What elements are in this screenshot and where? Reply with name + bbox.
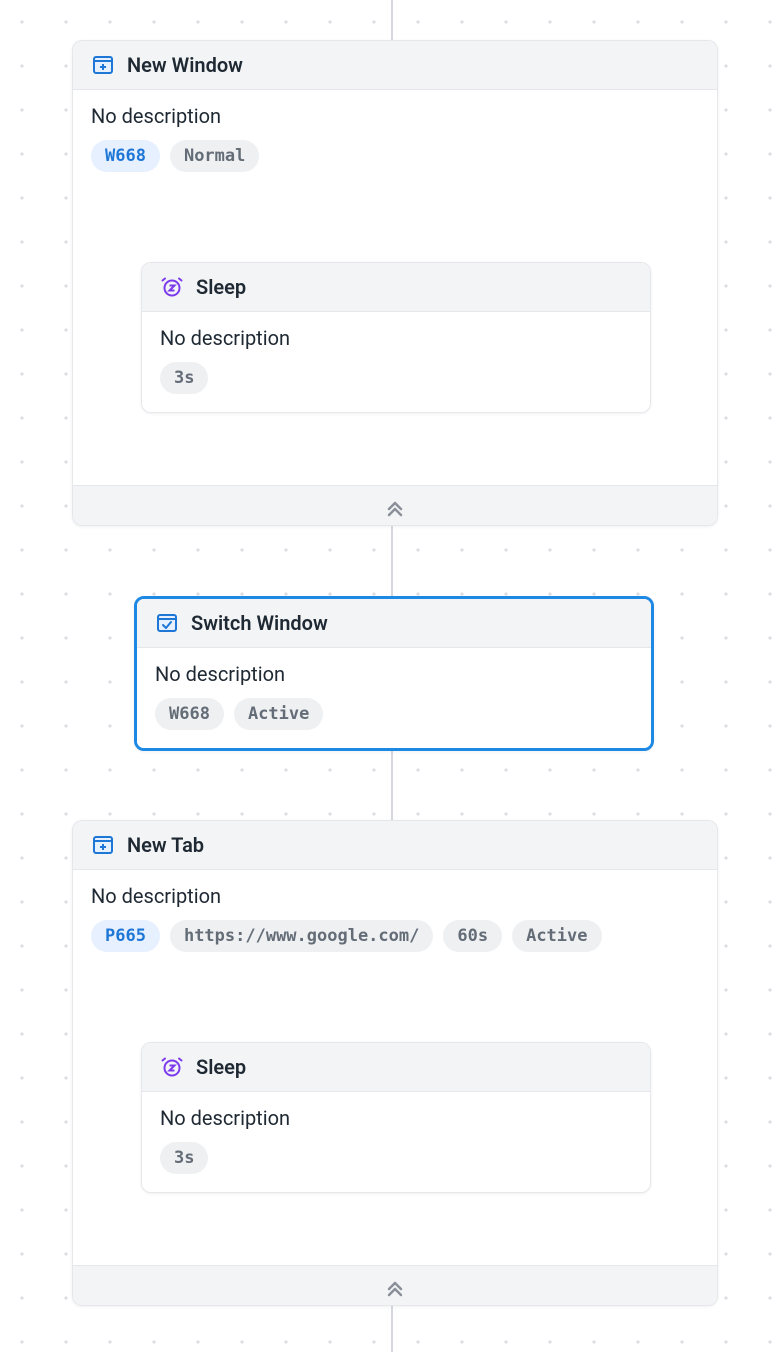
alarm-snooze-icon [160, 1055, 184, 1079]
pill-row: W668 Active [155, 698, 633, 730]
collapse-bar[interactable] [73, 485, 717, 525]
id-pill[interactable]: W668 [91, 140, 160, 172]
state-pill[interactable]: Active [512, 920, 601, 952]
node-header: New Tab [73, 821, 717, 870]
chevron-double-up-icon [383, 497, 407, 515]
id-pill[interactable]: P665 [91, 920, 160, 952]
pill-row: 3s [160, 1142, 632, 1174]
node-new-window[interactable]: New Window No description W668 Normal [72, 40, 718, 526]
node-header: New Window [73, 41, 717, 90]
node-description: No description [155, 662, 633, 686]
timeout-pill[interactable]: 60s [443, 920, 502, 952]
flow-canvas[interactable]: New Window No description W668 Normal [0, 0, 784, 1352]
node-description: No description [160, 1106, 632, 1130]
id-pill[interactable]: W668 [155, 698, 224, 730]
pill-row: 3s [160, 362, 632, 394]
alarm-snooze-icon [160, 275, 184, 299]
chevron-double-up-icon [383, 1277, 407, 1295]
node-body: No description 3s [142, 312, 650, 412]
pill-row: P665 https://www.google.com/ 60s Active [91, 920, 699, 952]
node-header: Sleep [142, 263, 650, 312]
pill-row: W668 Normal [91, 140, 699, 172]
node-title: Sleep [196, 1055, 246, 1079]
plus-window-icon [91, 53, 115, 77]
node-description: No description [160, 326, 632, 350]
duration-pill[interactable]: 3s [160, 362, 208, 394]
node-body: No description 3s [142, 1092, 650, 1192]
node-body: No description W668 Active [137, 648, 651, 748]
node-description: No description [91, 104, 699, 128]
node-title: Switch Window [191, 611, 328, 635]
collapse-bar[interactable] [73, 1265, 717, 1305]
plus-window-icon [91, 833, 115, 857]
node-body: No description P665 https://www.google.c… [73, 870, 717, 970]
node-new-tab[interactable]: New Tab No description P665 https://www.… [72, 820, 718, 1306]
node-body: No description W668 Normal [73, 90, 717, 190]
node-switch-window[interactable]: Switch Window No description W668 Active [134, 596, 654, 751]
node-header: Sleep [142, 1043, 650, 1092]
node-title: New Window [127, 53, 243, 77]
url-pill[interactable]: https://www.google.com/ [170, 920, 433, 952]
node-description: No description [91, 884, 699, 908]
node-sleep[interactable]: Sleep No description 3s [141, 1042, 651, 1193]
node-title: New Tab [127, 833, 204, 857]
node-sleep[interactable]: Sleep No description 3s [141, 262, 651, 413]
duration-pill[interactable]: 3s [160, 1142, 208, 1174]
state-pill[interactable]: Active [234, 698, 323, 730]
check-window-icon [155, 611, 179, 635]
node-header: Switch Window [137, 599, 651, 648]
node-title: Sleep [196, 275, 246, 299]
mode-pill[interactable]: Normal [170, 140, 259, 172]
